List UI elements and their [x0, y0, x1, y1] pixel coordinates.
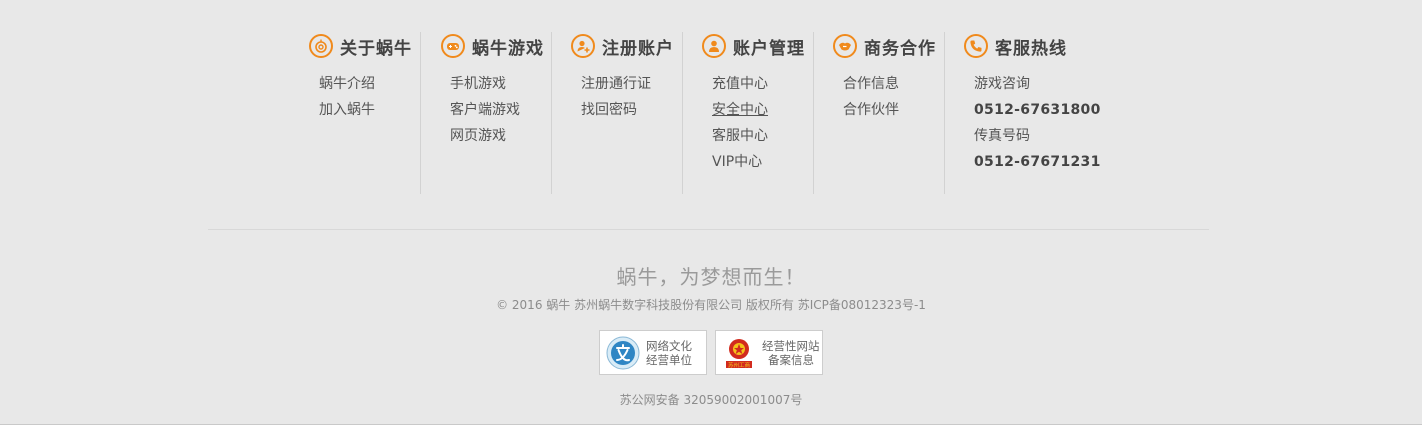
- footer-link-join-us[interactable]: 加入蜗牛: [319, 97, 375, 123]
- hotline-phone-number: 0512-67631800: [974, 102, 1101, 118]
- site-footer: 关于蜗牛 蜗牛介绍 加入蜗牛 蜗牛游戏 手机游戏 客户端游戏 网页游戏 注册账户…: [0, 0, 1422, 425]
- column-links: 合作信息 合作伙伴: [843, 71, 899, 123]
- footer-divider: [208, 229, 1209, 230]
- column-links: 充值中心 安全中心 客服中心 VIP中心: [712, 71, 768, 175]
- column-title: 客服热线: [995, 38, 1067, 59]
- column-links: 蜗牛介绍 加入蜗牛: [319, 71, 375, 123]
- gamepad-icon: [441, 34, 465, 58]
- badge-line: 网络文化: [646, 338, 692, 353]
- column-header: 客服热线: [964, 32, 1067, 60]
- footer-link-snail-intro[interactable]: 蜗牛介绍: [319, 71, 375, 97]
- column-header: 商务合作: [833, 32, 936, 60]
- footer-column-hotline: 客服热线 游戏咨询 0512-67631800 传真号码 0512-676712…: [944, 32, 1105, 194]
- hotline-game-consult-label: 游戏咨询: [974, 76, 1030, 92]
- badge-line: 备案信息: [768, 352, 814, 367]
- police-record-text: 苏公网安备 32059002001007号: [619, 393, 803, 407]
- footer-link-security-center[interactable]: 安全中心: [712, 97, 768, 123]
- badge-line: 经营性网站: [762, 338, 820, 353]
- column-header: 蜗牛游戏: [441, 32, 544, 60]
- footer-link-web-games[interactable]: 网页游戏: [450, 123, 520, 149]
- culture-license-icon: [606, 336, 640, 370]
- footer-link-vip-center[interactable]: VIP中心: [712, 149, 768, 175]
- hotline-fax-label: 传真号码: [974, 128, 1030, 144]
- handshake-icon: [833, 34, 857, 58]
- culture-license-badge[interactable]: 网络文化 经营单位: [599, 330, 707, 375]
- column-title: 蜗牛游戏: [472, 38, 544, 59]
- badge-label: 网络文化 经营单位: [646, 339, 692, 367]
- footer-link-service-center[interactable]: 客服中心: [712, 123, 768, 149]
- footer-link-columns: 关于蜗牛 蜗牛介绍 加入蜗牛 蜗牛游戏 手机游戏 客户端游戏 网页游戏 注册账户…: [0, 32, 1422, 194]
- footer-column-games: 蜗牛游戏 手机游戏 客户端游戏 网页游戏: [420, 32, 551, 194]
- footer-link-client-games[interactable]: 客户端游戏: [450, 97, 520, 123]
- footer-link-recharge-center[interactable]: 充值中心: [712, 71, 768, 97]
- footer-link-partner-info[interactable]: 合作信息: [843, 71, 899, 97]
- column-title: 商务合作: [864, 38, 936, 59]
- phone-icon: [964, 34, 988, 58]
- emblem-text: 苏州工商: [728, 361, 751, 369]
- copyright-text: © 2016 蜗牛 苏州蜗牛数字科技股份有限公司 版权所有 苏ICP备08012…: [496, 298, 926, 312]
- column-links: 游戏咨询 0512-67631800 传真号码 0512-67671231: [974, 71, 1101, 175]
- business-record-badge[interactable]: 苏州工商 经营性网站 备案信息: [715, 330, 823, 375]
- footer-column-register: 注册账户 注册通行证 找回密码: [551, 32, 682, 194]
- footer-link-partners[interactable]: 合作伙伴: [843, 97, 899, 123]
- business-emblem-icon: 苏州工商: [722, 336, 756, 370]
- footer-link-recover-password[interactable]: 找回密码: [581, 97, 651, 123]
- column-title: 关于蜗牛: [340, 38, 412, 59]
- footer-column-account: 账户管理 充值中心 安全中心 客服中心 VIP中心: [682, 32, 813, 194]
- column-header: 关于蜗牛: [309, 32, 412, 60]
- certification-badges: 网络文化 经营单位 苏州工商 经营性网站 备案信息: [0, 330, 1422, 375]
- column-links: 手机游戏 客户端游戏 网页游戏: [450, 71, 520, 149]
- footer-column-about: 关于蜗牛 蜗牛介绍 加入蜗牛: [290, 32, 420, 194]
- column-links: 注册通行证 找回密码: [581, 71, 651, 123]
- column-header: 注册账户: [571, 32, 674, 60]
- add-user-icon: [571, 34, 595, 58]
- footer-link-mobile-games[interactable]: 手机游戏: [450, 71, 520, 97]
- column-header: 账户管理: [702, 32, 805, 60]
- user-icon: [702, 34, 726, 58]
- column-title: 注册账户: [602, 38, 674, 59]
- badge-line: 经营单位: [646, 352, 692, 367]
- footer-slogan: 蜗牛，为梦想而生！: [616, 265, 806, 289]
- hotline-fax-number: 0512-67671231: [974, 154, 1101, 170]
- column-title: 账户管理: [733, 38, 805, 59]
- badge-label: 经营性网站 备案信息: [762, 339, 820, 367]
- footer-column-business: 商务合作 合作信息 合作伙伴: [813, 32, 944, 194]
- snail-icon: [309, 34, 333, 58]
- footer-link-register-pass[interactable]: 注册通行证: [581, 71, 651, 97]
